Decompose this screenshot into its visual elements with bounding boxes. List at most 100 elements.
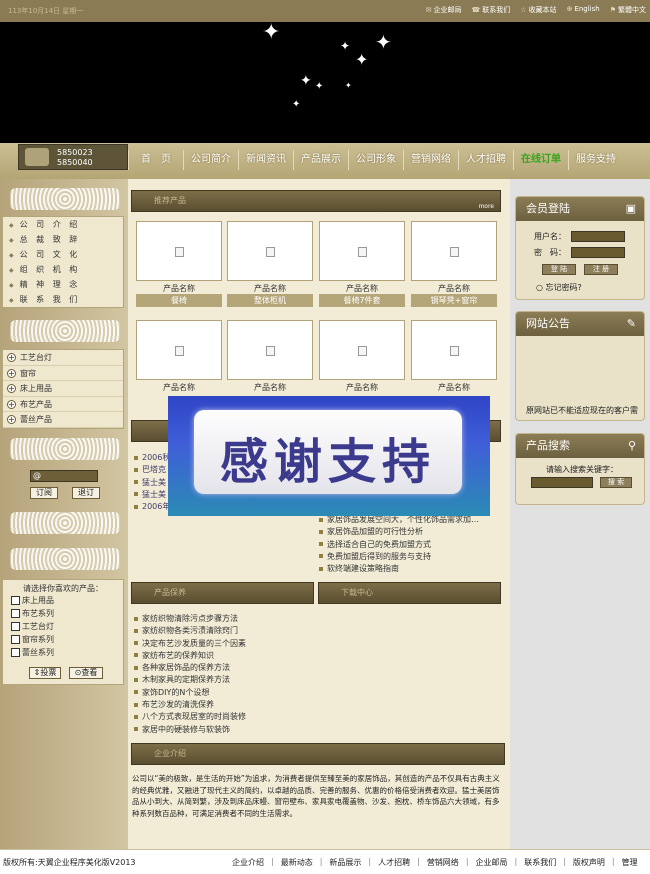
- about-menu-item[interactable]: ◆ 总 裁 致 辞: [3, 232, 123, 247]
- news-item[interactable]: 选择适合自己的免费加盟方式: [319, 539, 505, 551]
- product-image[interactable]: [411, 320, 497, 380]
- product-image[interactable]: [227, 221, 313, 281]
- nav-orders[interactable]: 在线订单: [513, 150, 568, 170]
- nav-about[interactable]: 公司简介: [183, 150, 238, 170]
- footer-link[interactable]: 版权声明: [573, 857, 605, 868]
- product-card[interactable]: 产品名称 餐椅7件套: [319, 221, 405, 307]
- care-item[interactable]: 家纺织物各类污渍清除窍门: [134, 625, 314, 637]
- checkbox[interactable]: [11, 596, 20, 605]
- search-button[interactable]: 搜 索: [600, 477, 632, 488]
- care-item[interactable]: 各种家居饰品的保养方法: [134, 662, 314, 674]
- nav-home[interactable]: 首 页: [128, 150, 183, 170]
- sparkle-icon: ✦: [292, 99, 301, 110]
- about-menu-item[interactable]: ◆ 精 神 理 念: [3, 277, 123, 292]
- username-input[interactable]: [571, 231, 625, 242]
- nav-image[interactable]: 公司形象: [348, 150, 403, 170]
- product-card[interactable]: 产品名称: [136, 320, 222, 393]
- vote-option[interactable]: 蕾丝系列: [11, 647, 54, 658]
- nav-jobs[interactable]: 人才招聘: [458, 150, 513, 170]
- subscribe-email-input[interactable]: @: [30, 470, 98, 482]
- broken-image-icon: [450, 346, 459, 356]
- vote-option[interactable]: 窗帘系列: [11, 634, 54, 645]
- checkbox[interactable]: [11, 648, 20, 657]
- footer-link[interactable]: 企业介绍: [232, 857, 264, 868]
- product-image[interactable]: [319, 320, 405, 380]
- product-menu-item[interactable]: + 窗帘: [3, 366, 123, 381]
- product-card[interactable]: 产品名称 整体柜机: [227, 221, 313, 307]
- top-link-traditional[interactable]: ⚑ 繁體中文: [610, 5, 646, 15]
- care-item[interactable]: 家纺织物清除污点步骤方法: [134, 613, 314, 625]
- product-card[interactable]: 产品名称: [411, 320, 497, 393]
- top-link-favorite[interactable]: ☆ 收藏本站: [520, 5, 556, 15]
- search-hint: 请输入搜索关键字：: [546, 465, 618, 474]
- product-image[interactable]: [136, 221, 222, 281]
- register-button[interactable]: 注 册: [584, 264, 618, 275]
- product-image[interactable]: [411, 221, 497, 281]
- unsubscribe-button[interactable]: 退订: [72, 487, 100, 499]
- about-menu-item[interactable]: ◆ 联 系 我 们: [3, 292, 123, 307]
- footer-link[interactable]: 营销网络: [427, 857, 459, 868]
- product-menu-item[interactable]: + 蕾丝产品: [3, 412, 123, 428]
- care-item[interactable]: 家饰DIY的N个设想: [134, 687, 314, 699]
- footer-link[interactable]: 联系我们: [524, 857, 556, 868]
- search-box: 产品搜索 ⚲ 请输入搜索关键字： 搜 索: [515, 433, 645, 505]
- product-menu-item[interactable]: + 工艺台灯: [3, 350, 123, 366]
- top-link-english[interactable]: ⊕ English: [567, 5, 600, 15]
- checkbox[interactable]: [11, 635, 20, 644]
- checkbox[interactable]: [11, 609, 20, 618]
- checkbox[interactable]: [11, 622, 20, 631]
- care-item[interactable]: 木制家具的定期保养方法: [134, 674, 314, 686]
- about-text: 公司以“美的极致，是生活的开始”为追求，为消费者提供至臻至美的家居饰品，其创造的…: [132, 774, 500, 818]
- product-card[interactable]: 产品名称 餐椅: [136, 221, 222, 307]
- product-image[interactable]: [319, 221, 405, 281]
- nav-support[interactable]: 服务支持: [568, 150, 623, 170]
- product-image[interactable]: [227, 320, 313, 380]
- vote-option[interactable]: 布艺系列: [11, 608, 54, 619]
- care-item[interactable]: 家居中的硬装修与软装饰: [134, 724, 314, 736]
- product-card[interactable]: 产品名称 钢琴凳+窗帘: [411, 221, 497, 307]
- hotline-box: 5850023 5850040: [18, 144, 128, 170]
- about-menu-item[interactable]: ◆ 公 司 介 绍: [3, 217, 123, 232]
- footer-link[interactable]: 最新动态: [281, 857, 313, 868]
- product-menu-item[interactable]: + 布艺产品: [3, 397, 123, 412]
- footer-link[interactable]: 企业邮局: [476, 857, 508, 868]
- top-link-contact[interactable]: ☎ 联系我们: [472, 5, 511, 15]
- footer-link[interactable]: 新品展示: [329, 857, 361, 868]
- more-link[interactable]: more: [478, 197, 494, 217]
- product-card[interactable]: 产品名称: [227, 320, 313, 393]
- news-item[interactable]: 软终端建设策略指南: [319, 563, 505, 575]
- password-input[interactable]: [571, 247, 625, 258]
- nav-products[interactable]: 产品展示: [293, 150, 348, 170]
- notice-box: 网站公告 ✎ 原网站已不能适应现在的客户需: [515, 311, 645, 421]
- phone-icon: [25, 148, 49, 166]
- view-results-button[interactable]: ⊙查看: [69, 667, 103, 679]
- about-menu-item[interactable]: ◆ 组 织 机 构: [3, 262, 123, 277]
- thanks-text: 感谢支持: [219, 434, 436, 490]
- nav-news[interactable]: 新闻资讯: [238, 150, 293, 170]
- about-menu: ◆ 公 司 介 绍 ◆ 总 裁 致 辞 ◆ 公 司 文 化 ◆ 组 织 机 构 ◆ 精 神…: [2, 216, 124, 308]
- care-item[interactable]: 布艺沙发的清洗保养: [134, 699, 314, 711]
- top-link-mail[interactable]: ✉ 企业邮局: [426, 5, 462, 15]
- product-image[interactable]: [136, 320, 222, 380]
- vote-option[interactable]: 床上用品: [11, 595, 54, 606]
- notice-text[interactable]: 原网站已不能适应现在的客户需: [526, 405, 638, 416]
- login-button[interactable]: 登 陆: [542, 264, 576, 275]
- nav-network[interactable]: 营销网络: [403, 150, 458, 170]
- forgot-password-link[interactable]: ○ 忘记密码?: [536, 282, 582, 293]
- news-item[interactable]: 免费加盟后得到的服务与支持: [319, 551, 505, 563]
- vote-option[interactable]: 工艺台灯: [11, 621, 54, 632]
- product-menu-item[interactable]: + 床上用品: [3, 381, 123, 397]
- search-input[interactable]: [531, 477, 593, 488]
- about-menu-item[interactable]: ◆ 公 司 文 化: [3, 247, 123, 262]
- footer-links: 企业介绍 | 最新动态 | 新品展示 | 人才招聘 | 营销网络 | 企业邮局 | 联系我们…: [232, 857, 638, 868]
- subscribe-button[interactable]: 订阅: [30, 487, 58, 499]
- password-label: 密 码：: [534, 248, 566, 257]
- care-item[interactable]: 八个方式表现居室的时尚装修: [134, 711, 314, 723]
- product-card[interactable]: 产品名称: [319, 320, 405, 393]
- footer-link[interactable]: 人才招聘: [378, 857, 410, 868]
- news-item[interactable]: 家居饰品加盟的可行性分析: [319, 526, 505, 538]
- care-item[interactable]: 决定布艺沙发质量的三个因素: [134, 638, 314, 650]
- footer-link[interactable]: 管理: [622, 857, 638, 868]
- vote-button[interactable]: ⇕投票: [29, 667, 61, 679]
- care-item[interactable]: 家纺布艺的保养知识: [134, 650, 314, 662]
